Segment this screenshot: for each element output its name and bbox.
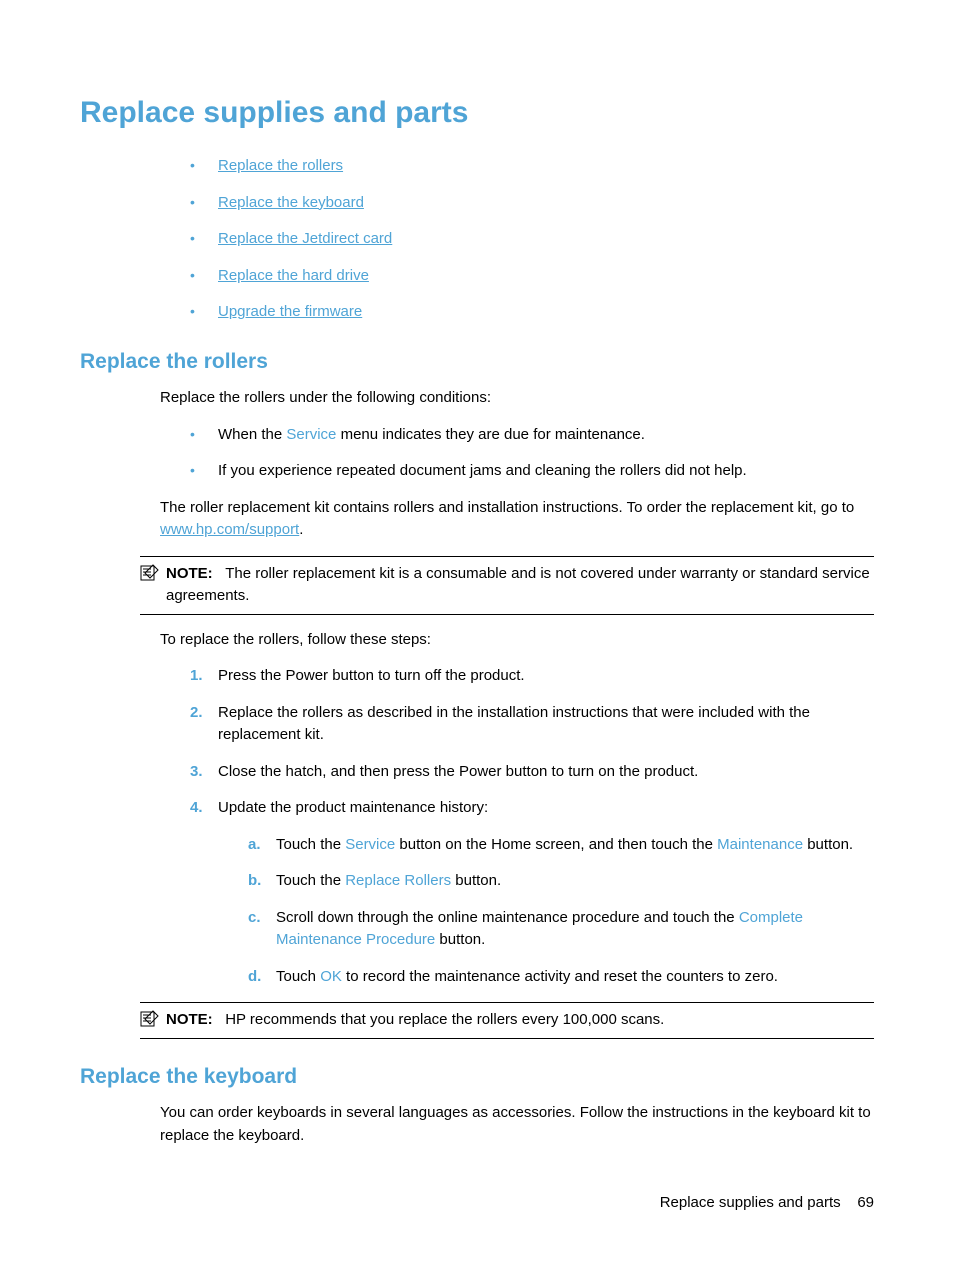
note-box-1: NOTE: The roller replacement kit is a co…: [140, 556, 874, 615]
kit-info: The roller replacement kit contains roll…: [160, 497, 874, 542]
step4-text: Update the product maintenance history:: [218, 799, 488, 816]
note-icon: [140, 1009, 160, 1027]
maintenance-button-label: Maintenance: [717, 836, 803, 853]
sc-pre: Scroll down through the online maintenan…: [276, 909, 739, 926]
steps-intro: To replace the rollers, follow these ste…: [160, 629, 874, 652]
sb-pre: Touch the: [276, 872, 345, 889]
sa-pre: Touch the: [276, 836, 345, 853]
keyboard-text: You can order keyboards in several langu…: [160, 1102, 874, 1147]
conditions-list: When the Service menu indicates they are…: [190, 424, 874, 483]
toc-link-keyboard[interactable]: Replace the keyboard: [218, 194, 364, 211]
toc-link-harddrive[interactable]: Replace the hard drive: [218, 267, 369, 284]
note2-text: HP recommends that you replace the rolle…: [225, 1011, 664, 1028]
step-1: Press the Power button to turn off the p…: [190, 665, 874, 688]
kit-post: .: [299, 521, 303, 538]
sd-pre: Touch: [276, 968, 320, 985]
step-4: Update the product maintenance history: …: [190, 797, 874, 988]
substep-b: Touch the Replace Rollers button.: [248, 870, 874, 893]
condition-2: If you experience repeated document jams…: [190, 460, 874, 483]
substep-d: Touch OK to record the maintenance activ…: [248, 966, 874, 989]
page-footer: Replace supplies and parts 69: [660, 1192, 874, 1215]
step-2: Replace the rollers as described in the …: [190, 702, 874, 747]
note-label: NOTE:: [166, 565, 213, 582]
ok-button-label: OK: [320, 968, 342, 985]
toc-link-jetdirect[interactable]: Replace the Jetdirect card: [218, 230, 392, 247]
condition-1: When the Service menu indicates they are…: [190, 424, 874, 447]
sd-post: to record the maintenance activity and r…: [342, 968, 778, 985]
sc-post: button.: [435, 931, 485, 948]
substep-c: Scroll down through the online maintenan…: [248, 907, 874, 952]
toc-link-rollers[interactable]: Replace the rollers: [218, 157, 343, 174]
service-button-label: Service: [345, 836, 395, 853]
page-title: Replace supplies and parts: [80, 90, 874, 135]
sa-post: button.: [803, 836, 853, 853]
section-heading-keyboard: Replace the keyboard: [80, 1061, 874, 1093]
footer-text: Replace supplies and parts: [660, 1194, 841, 1211]
kit-pre: The roller replacement kit contains roll…: [160, 499, 854, 516]
replace-rollers-button-label: Replace Rollers: [345, 872, 451, 889]
support-link[interactable]: www.hp.com/support: [160, 521, 299, 538]
service-menu-label: Service: [286, 426, 336, 443]
rollers-intro: Replace the rollers under the following …: [160, 387, 874, 410]
substeps-list: Touch the Service button on the Home scr…: [248, 834, 874, 989]
cond1-pre: When the: [218, 426, 286, 443]
toc-list: Replace the rollers Replace the keyboard…: [190, 155, 874, 324]
sb-post: button.: [451, 872, 501, 889]
note1-text: The roller replacement kit is a consumab…: [166, 565, 870, 605]
section-heading-rollers: Replace the rollers: [80, 346, 874, 378]
note-label: NOTE:: [166, 1011, 213, 1028]
sa-mid: button on the Home screen, and then touc…: [395, 836, 717, 853]
cond1-post: menu indicates they are due for maintena…: [336, 426, 645, 443]
steps-list: Press the Power button to turn off the p…: [190, 665, 874, 988]
note-icon: [140, 563, 160, 581]
substep-a: Touch the Service button on the Home scr…: [248, 834, 874, 857]
step-3: Close the hatch, and then press the Powe…: [190, 761, 874, 784]
page-number: 69: [857, 1194, 874, 1211]
toc-link-firmware[interactable]: Upgrade the firmware: [218, 303, 362, 320]
note-box-2: NOTE: HP recommends that you replace the…: [140, 1002, 874, 1039]
